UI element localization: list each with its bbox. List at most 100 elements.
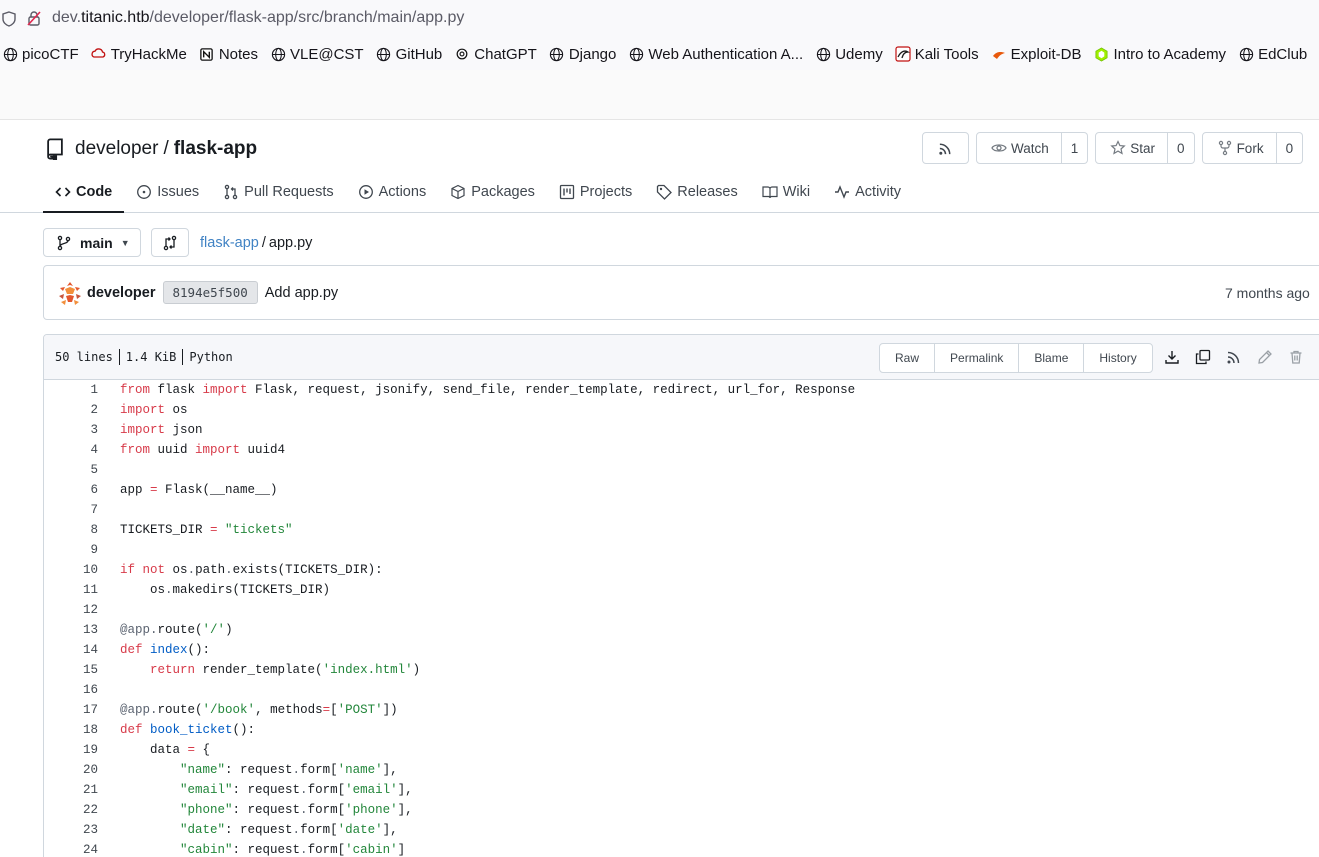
pulse-icon [834, 184, 850, 200]
repo-owner-link[interactable]: developer [75, 138, 158, 160]
tab-issues[interactable]: Issues [124, 173, 211, 211]
issue-icon [136, 184, 152, 200]
line-number[interactable]: 8 [44, 523, 98, 537]
tab-code[interactable]: Code [43, 173, 125, 213]
star-button[interactable]: Star [1095, 132, 1169, 164]
line-number[interactable]: 6 [44, 483, 98, 497]
bookmark-web-authentication-a[interactable]: Web Authentication A... [628, 46, 803, 63]
line-number[interactable]: 17 [44, 703, 98, 717]
download-icon[interactable] [1164, 349, 1180, 365]
permalink-button[interactable]: Permalink [935, 344, 1020, 372]
bookmark-vle-cst[interactable]: VLE@CST [270, 46, 364, 63]
breadcrumb-file: app.py [268, 234, 313, 251]
globe-icon [376, 46, 392, 62]
line-number[interactable]: 7 [44, 503, 98, 517]
line-number[interactable]: 15 [44, 663, 98, 677]
line-number[interactable]: 10 [44, 563, 98, 577]
commit-author[interactable]: developer [87, 285, 156, 301]
fork-count[interactable]: 0 [1276, 132, 1304, 164]
tab-activity[interactable]: Activity [822, 173, 913, 211]
tab-packages[interactable]: Packages [438, 173, 547, 211]
tab-actions[interactable]: Actions [346, 173, 439, 211]
bookmark-edclub[interactable]: EdClub [1238, 46, 1307, 63]
line-number[interactable]: 16 [44, 683, 98, 697]
tab-pull-requests[interactable]: Pull Requests [211, 173, 345, 211]
line-number[interactable]: 19 [44, 743, 98, 757]
line-number[interactable]: 13 [44, 623, 98, 637]
bookmark-kali-tools[interactable]: Kali Tools [895, 46, 979, 63]
tab-label: Projects [579, 184, 633, 200]
address-bar[interactable]: dev.titanic.htb/developer/flask-app/src/… [52, 9, 464, 27]
bookmark-label: EdClub [1258, 45, 1308, 63]
bookmark-chatgpt[interactable]: ChatGPT [454, 46, 537, 63]
line-number[interactable]: 11 [44, 583, 98, 597]
code-line: 7 [44, 500, 1319, 520]
tag-icon [656, 184, 673, 200]
copy-icon[interactable] [1195, 349, 1211, 365]
compare-icon [163, 235, 177, 250]
code-text: "name": request.form['name'], [180, 763, 398, 777]
fork-button[interactable]: Fork [1201, 132, 1277, 164]
line-number[interactable]: 22 [44, 803, 98, 817]
bookmark-label: VLE@CST [290, 45, 364, 63]
code-line: 22 "phone": request.form['phone'], [44, 800, 1319, 820]
compare-button[interactable] [151, 228, 189, 257]
commit-message[interactable]: Add app.py [265, 285, 338, 301]
bookmark-notes[interactable]: Notes [199, 46, 258, 63]
line-number[interactable]: 5 [44, 463, 98, 477]
line-number[interactable]: 18 [44, 723, 98, 737]
bookmark-tryhackme[interactable]: TryHackMe [91, 46, 187, 63]
bookmark-intro-to-academy[interactable]: Intro to Academy [1094, 46, 1226, 63]
commit-sha[interactable]: 8194e5f500 [162, 281, 258, 304]
line-number[interactable]: 21 [44, 783, 98, 797]
line-number[interactable]: 9 [44, 543, 98, 557]
shield-icon[interactable] [2, 11, 16, 27]
repo-tabs: Code Issues Pull Requests Actions Packages Pr… [43, 173, 913, 213]
pull-request-icon [223, 184, 239, 200]
bookmark-picoctf[interactable]: picoCTF [2, 46, 79, 63]
breadcrumb-repo-link[interactable]: flask-app [200, 235, 259, 251]
tab-releases[interactable]: Releases [644, 173, 749, 211]
tab-wiki[interactable]: Wiki [750, 173, 822, 211]
bookmark-exploit-db[interactable]: Exploit-DB [991, 46, 1082, 63]
star-count[interactable]: 0 [1168, 132, 1195, 164]
bookmark-django[interactable]: Django [549, 46, 616, 63]
line-number[interactable]: 3 [44, 423, 98, 437]
branch-name: main [80, 234, 113, 251]
globe-icon [270, 46, 286, 62]
latest-commit: developer 8194e5f500 Add app.py 7 months… [43, 265, 1319, 320]
rss-feed-button[interactable] [922, 132, 969, 164]
repo-name-link[interactable]: flask-app [174, 138, 257, 160]
edit-icon[interactable] [1257, 349, 1273, 365]
line-number[interactable]: 20 [44, 763, 98, 777]
bookmark-udemy[interactable]: Udemy [815, 46, 883, 63]
tab-projects[interactable]: Projects [547, 173, 644, 211]
divider [118, 349, 120, 365]
branch-selector[interactable]: main ▼ [43, 228, 141, 257]
line-number[interactable]: 23 [44, 823, 98, 837]
trash-icon[interactable] [1288, 349, 1304, 365]
tab-label: Packages [471, 184, 535, 200]
globe-icon [815, 46, 831, 62]
code-text: @app.route('/book', methods=['POST']) [120, 703, 398, 717]
avatar[interactable] [57, 279, 83, 306]
watch-count[interactable]: 1 [1061, 132, 1089, 164]
line-number[interactable]: 1 [44, 383, 98, 397]
code-line: 13 @app.route('/') [44, 620, 1319, 640]
divider [182, 349, 184, 365]
line-number[interactable]: 12 [44, 603, 98, 617]
raw-button[interactable]: Raw [880, 344, 936, 372]
code-text: "cabin": request.form['cabin'] [180, 843, 406, 857]
line-number[interactable]: 2 [44, 403, 98, 417]
rss-icon[interactable] [1226, 349, 1242, 365]
insecure-lock-icon[interactable] [26, 10, 42, 26]
tab-label: Wiki [782, 184, 811, 200]
bookmark-github[interactable]: GitHub [376, 46, 442, 63]
watch-button[interactable]: Watch [976, 132, 1062, 164]
line-number[interactable]: 4 [44, 443, 98, 457]
blame-button[interactable]: Blame [1019, 344, 1085, 372]
line-number[interactable]: 24 [44, 843, 98, 857]
history-button[interactable]: History [1084, 344, 1151, 372]
breadcrumb-separator: / [261, 234, 266, 251]
line-number[interactable]: 14 [44, 643, 98, 657]
